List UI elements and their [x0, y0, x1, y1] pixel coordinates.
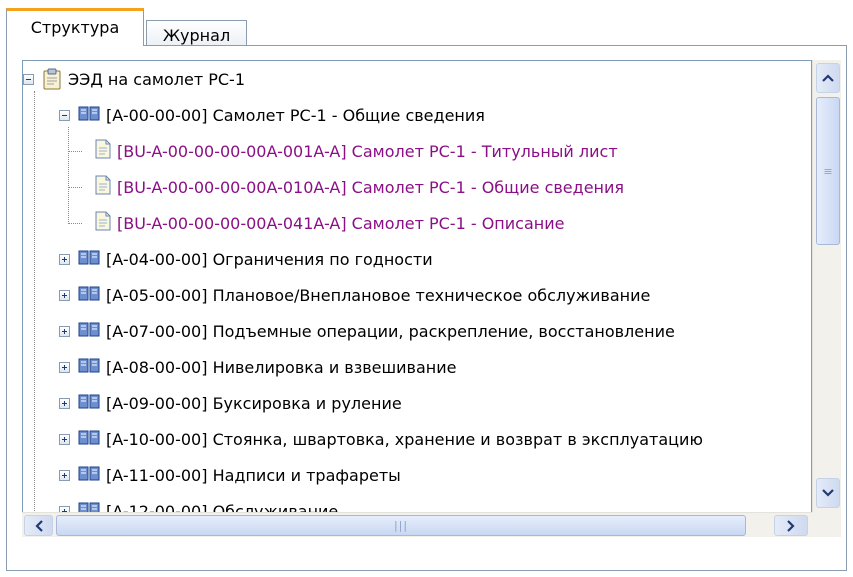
tree-item-label: [A-05-00-00] Плановое/Внеплановое технич…	[106, 285, 651, 305]
expand-icon[interactable]	[59, 361, 70, 373]
expand-icon[interactable]	[59, 433, 70, 445]
tree-item-label: [BU-A-00-00-00-00A-041A-A] Самолет РС-1 …	[117, 213, 565, 233]
book-icon	[78, 321, 100, 341]
tree-document-item[interactable]: [BU-A-00-00-00-00A-001A-A] Самолет РС-1 …	[95, 133, 618, 169]
scroll-left-button[interactable]	[24, 515, 53, 536]
tree-root-label: ЭЭД на самолет РС-1	[68, 69, 245, 89]
book-icon	[78, 393, 100, 413]
tab-structure-label: Структура	[30, 18, 120, 37]
tree-item-label: [A-11-00-00] Надписи и трафареты	[106, 465, 401, 485]
tree-item-label: [A-08-00-00] Нивелировка и взвешивание	[106, 357, 457, 377]
chevron-left-icon	[34, 519, 43, 532]
chevron-down-icon	[822, 489, 834, 497]
expand-icon[interactable]	[59, 253, 70, 265]
tree-document-item[interactable]: [BU-A-00-00-00-00A-041A-A] Самолет РС-1 …	[95, 205, 564, 241]
tree-view: ЭЭД на самолет РС-1 [A-00-00-00] Самолет…	[22, 60, 812, 537]
document-icon	[95, 175, 111, 199]
book-icon	[78, 429, 100, 449]
tree-item-label: [BU-A-00-00-00-00A-001A-A] Самолет РС-1 …	[117, 141, 618, 161]
tree-chapter-item[interactable]: [A-11-00-00] Надписи и трафареты	[59, 457, 401, 493]
tree-document-item[interactable]: [BU-A-00-00-00-00A-010A-A] Самолет РС-1 …	[95, 169, 624, 205]
tree-chapter-item[interactable]: [A-10-00-00] Стоянка, швартовка, хранени…	[59, 421, 703, 457]
tree-item-label: [A-07-00-00] Подъемные операции, раскреп…	[106, 321, 675, 341]
scroll-right-button[interactable]	[774, 515, 808, 536]
expand-icon[interactable]	[59, 469, 70, 481]
horizontal-scrollbar[interactable]: |||	[22, 512, 812, 537]
chevron-up-icon	[822, 74, 834, 82]
tree-chapter-item[interactable]: [A-00-00-00] Самолет РС-1 - Общие сведен…	[59, 97, 485, 133]
tab-structure[interactable]: Структура	[6, 8, 144, 46]
book-icon	[78, 285, 100, 305]
tree-line	[68, 127, 69, 224]
tree-item-label: [A-00-00-00] Самолет РС-1 - Общие сведен…	[106, 105, 485, 125]
scroll-down-button[interactable]	[816, 478, 840, 508]
tree-root[interactable]: ЭЭД на самолет РС-1	[23, 61, 245, 97]
collapse-icon[interactable]	[23, 73, 34, 85]
document-icon	[95, 139, 111, 163]
book-icon	[78, 357, 100, 377]
tree-line	[34, 91, 35, 531]
book-icon	[78, 105, 100, 125]
tab-journal-label: Журнал	[162, 26, 231, 45]
tree-item-label: [A-04-00-00] Ограничения по годности	[106, 249, 433, 269]
vertical-scrollbar[interactable]: ≡	[812, 60, 841, 512]
book-icon	[78, 249, 100, 269]
tree-item-label: [A-10-00-00] Стоянка, швартовка, хранени…	[106, 429, 703, 449]
book-icon	[78, 465, 100, 485]
vertical-scroll-thumb[interactable]: ≡	[816, 97, 840, 245]
chevron-right-icon	[787, 519, 795, 532]
scrollbar-corner	[812, 512, 841, 537]
collapse-icon[interactable]	[59, 109, 70, 121]
tree-chapter-item[interactable]: [A-05-00-00] Плановое/Внеплановое технич…	[59, 277, 650, 313]
document-icon	[95, 211, 111, 235]
clipboard-icon	[43, 68, 61, 90]
tree-chapter-item[interactable]: [A-08-00-00] Нивелировка и взвешивание	[59, 349, 457, 385]
tree-chapter-item[interactable]: [A-07-00-00] Подъемные операции, раскреп…	[59, 313, 675, 349]
tree-chapter-item[interactable]: [A-09-00-00] Буксировка и руление	[59, 385, 402, 421]
expand-icon[interactable]	[59, 325, 70, 337]
scroll-up-button[interactable]	[816, 63, 840, 93]
expand-icon[interactable]	[59, 397, 70, 409]
expand-icon[interactable]	[59, 289, 70, 301]
tree-item-label: [A-09-00-00] Буксировка и руление	[106, 393, 402, 413]
tree-line	[68, 187, 82, 188]
tree-item-label: [BU-A-00-00-00-00A-010A-A] Самолет РС-1 …	[117, 177, 625, 197]
horizontal-scroll-thumb[interactable]: |||	[56, 515, 746, 536]
tree-line	[68, 151, 82, 152]
tree-chapter-item[interactable]: [A-04-00-00] Ограничения по годности	[59, 241, 433, 277]
tree-line	[68, 223, 82, 224]
